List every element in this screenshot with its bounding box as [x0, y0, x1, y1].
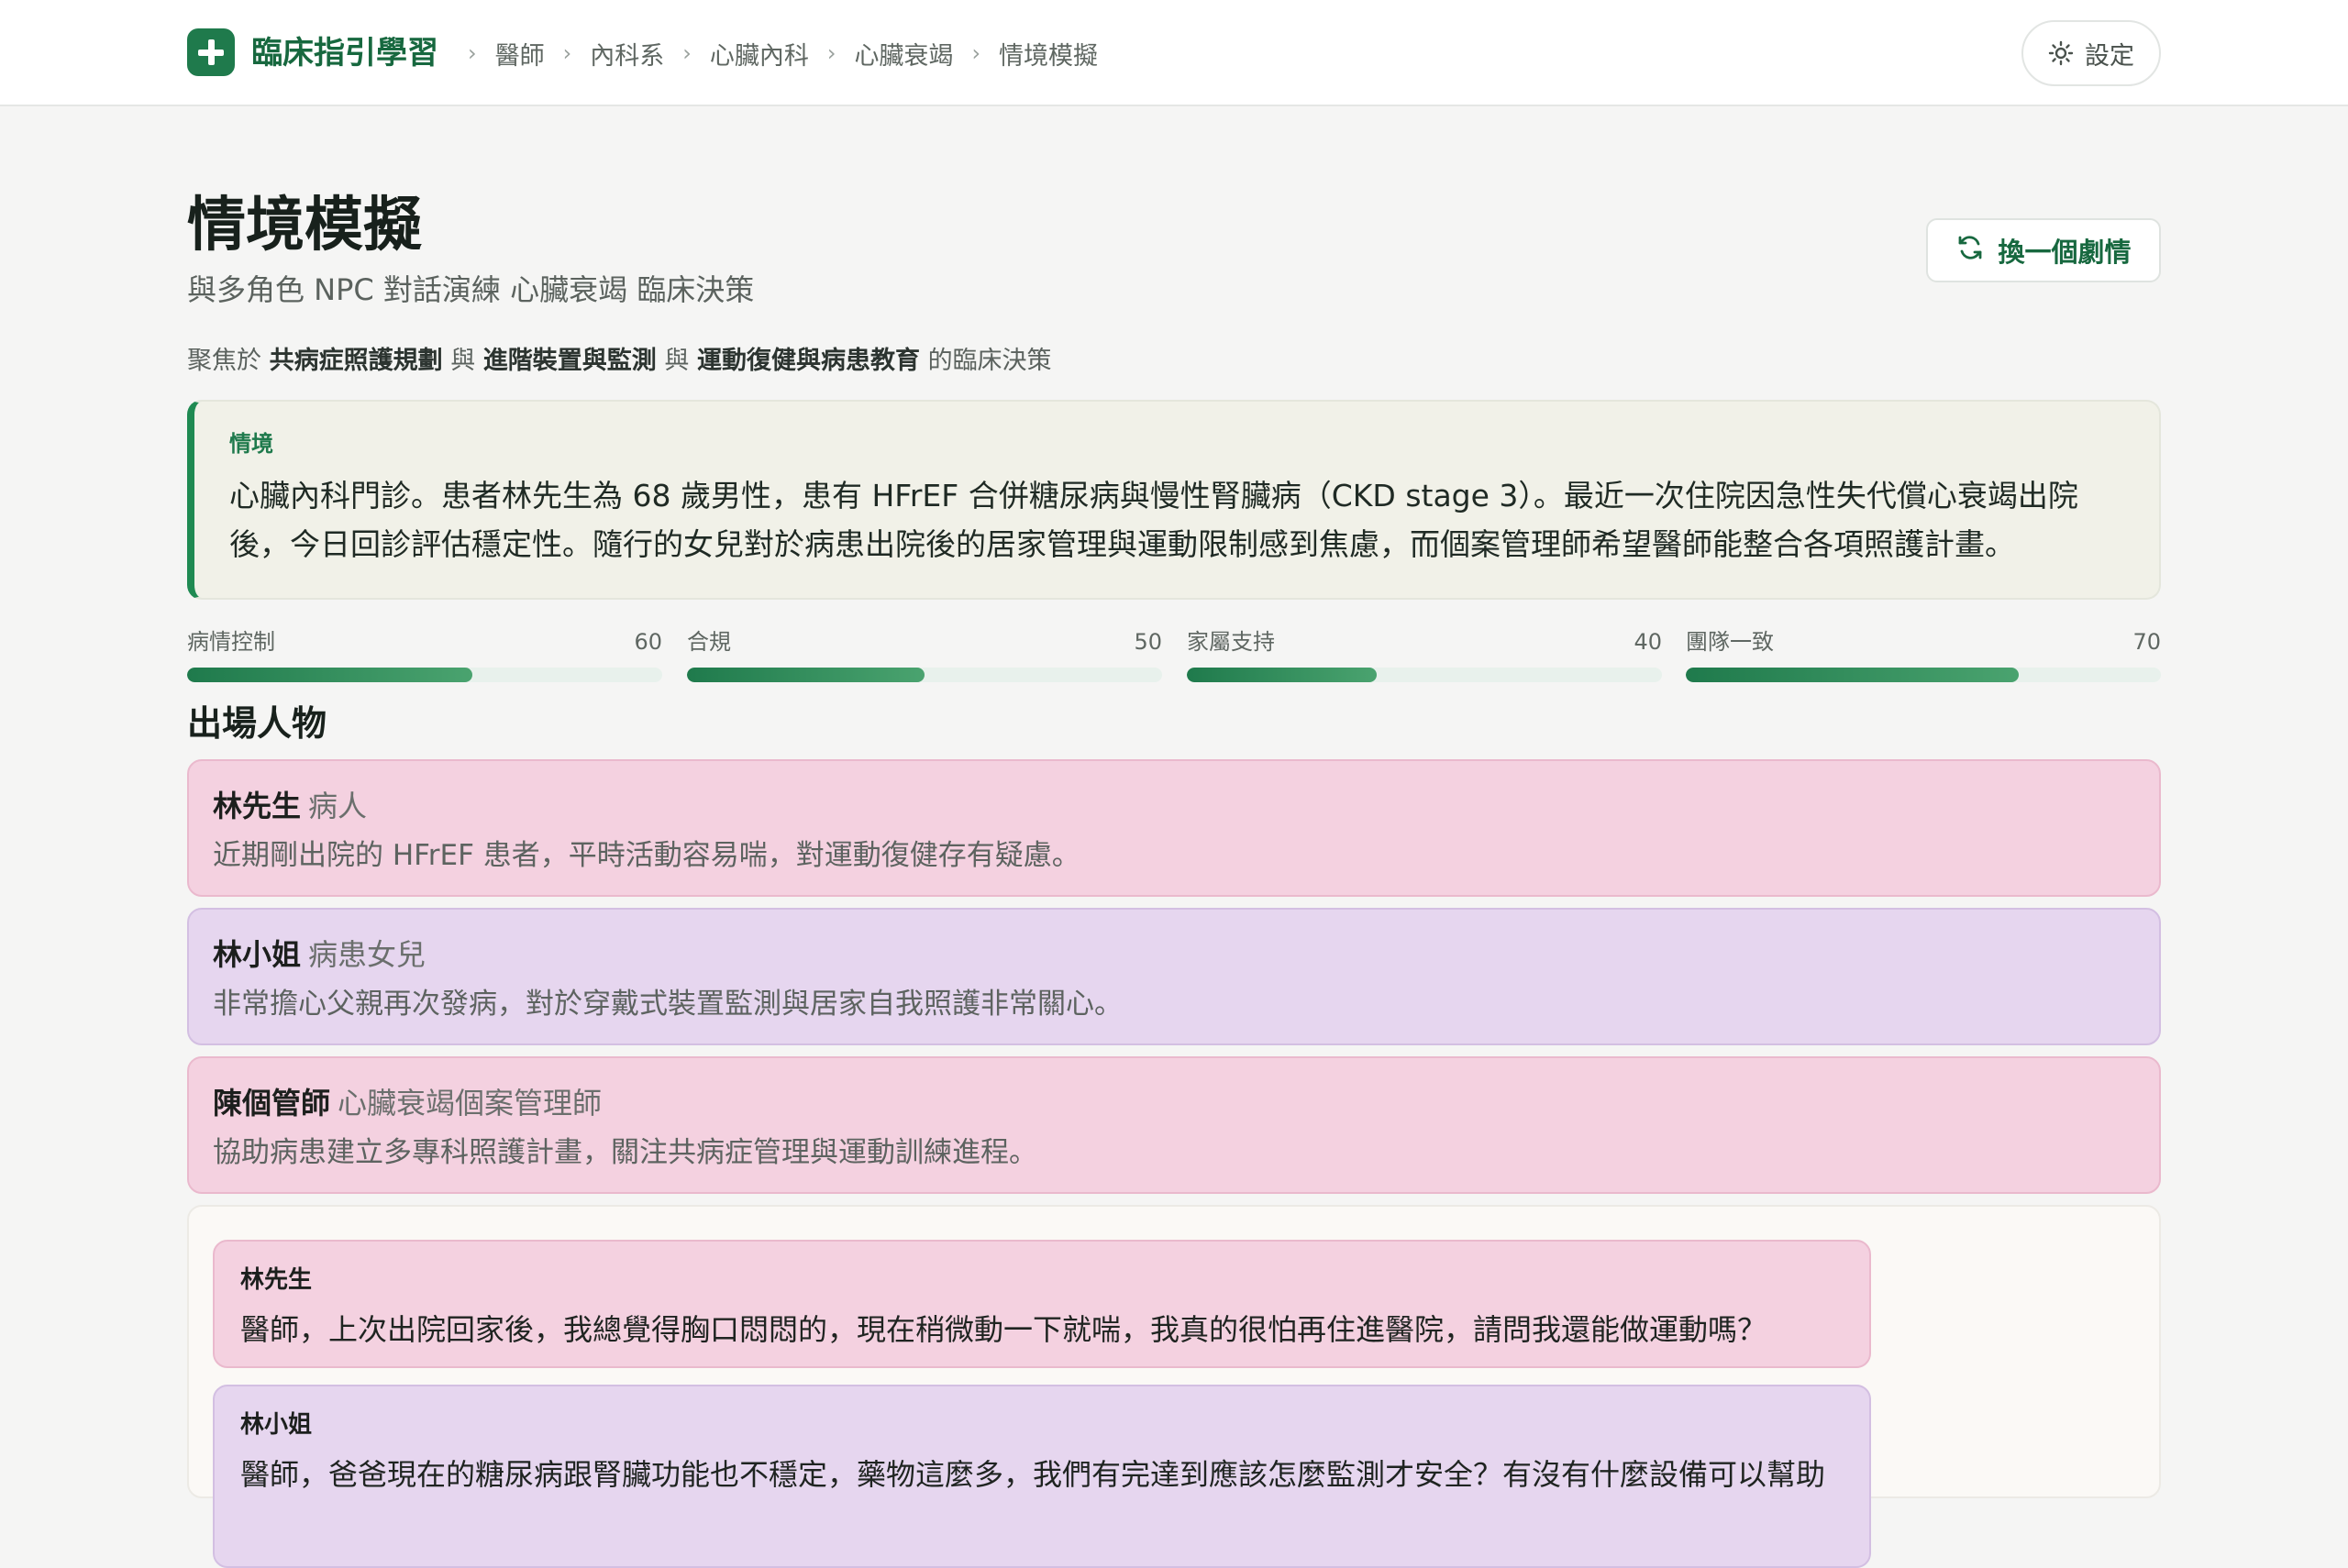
character-name: 陳個管師 — [213, 1086, 331, 1121]
chat-message: 林先生 醫師，上次出院回家後，我總覺得胸口悶悶的，現在稍微動一下就喘，我真的很怕… — [213, 1240, 1871, 1368]
breadcrumb-item-scenario: 情境模擬 — [999, 41, 1099, 71]
breadcrumb-item-doctor[interactable]: 醫師 — [495, 36, 545, 72]
message-speaker: 林小姐 — [240, 1411, 313, 1439]
character-role: 病患女兒 — [308, 937, 426, 972]
meter-fill — [1187, 668, 1378, 682]
meter-value: 40 — [1634, 629, 1662, 655]
scenario-box: 情境 心臟內科門診。患者林先生為 68 歲男性，患有 HFrEF 合併糖尿病與慢… — [187, 400, 2161, 600]
meter-label: 合規 — [687, 629, 731, 655]
meter-disease-control: 病情控制 60 — [187, 625, 662, 682]
focus-joiner: 與 — [450, 347, 476, 375]
meter-track — [1187, 668, 1662, 682]
focus-suffix: 的臨床決策 — [927, 347, 1052, 375]
focus-joiner: 與 — [664, 347, 690, 375]
chevron-right-icon: › — [468, 40, 477, 66]
meter-value: 70 — [2132, 629, 2161, 655]
meter-fill — [1686, 668, 2019, 682]
character-name: 林小姐 — [213, 937, 302, 972]
character-card-case-manager[interactable]: 陳個管師 心臟衰竭個案管理師 協助病患建立多專科照護計畫，關注共病症管理與運動訓練… — [187, 1056, 2161, 1194]
chevron-right-icon: › — [682, 40, 692, 66]
character-card-daughter[interactable]: 林小姐 病患女兒 非常擔心父親再次發病，對於穿戴式裝置監測與居家自我照護非常關心。 — [187, 908, 2161, 1045]
scenario-text: 心臟內科門診。患者林先生為 68 歲男性，患有 HFrEF 合併糖尿病與慢性腎臟… — [229, 478, 2078, 562]
conversation-panel[interactable]: 林先生 醫師，上次出院回家後，我總覺得胸口悶悶的，現在稍微動一下就喘，我真的很怕… — [187, 1205, 2161, 1568]
scenario-label: 情境 — [229, 431, 273, 457]
focus-topics: 聚焦於 共病症照護規劃 與 進階裝置與監測 與 運動復健與病患教育 的臨床決策 — [187, 343, 1052, 380]
message-text: 醫師，爸爸現在的糖尿病跟腎臟功能也不穩定，藥物這麼多，我們有完達到應該怎麼監測才… — [240, 1457, 1826, 1492]
switch-scenario-label: 換一個劇情 — [1998, 237, 2132, 268]
character-description: 非常擔心父親再次發病，對於穿戴式裝置監測與居家自我照護非常關心。 — [213, 988, 1123, 1021]
meter-track — [1686, 668, 2161, 682]
meter-fill — [687, 668, 925, 682]
page-subtitle: 與多角色 NPC 對話演練 心臟衰竭 臨床決策 — [187, 272, 755, 307]
message-speaker: 林先生 — [240, 1266, 313, 1294]
character-role: 病人 — [308, 789, 368, 823]
top-navigation-bar: 臨床指引學習 › 醫師 › 內科系 › 心臟內科 › 心臟衰竭 › 情境模擬 設… — [0, 0, 2348, 106]
meter-value: 60 — [634, 629, 662, 655]
character-role: 心臟衰竭個案管理師 — [338, 1086, 603, 1121]
chevron-right-icon: › — [971, 40, 981, 66]
settings-label: 設定 — [2085, 41, 2134, 71]
brand-title[interactable]: 臨床指引學習 — [251, 33, 438, 73]
meter-label: 病情控制 — [187, 629, 275, 655]
focus-topic-comorbidity: 共病症照護規劃 — [269, 347, 443, 375]
chat-message: 林小姐 醫師，爸爸現在的糖尿病跟腎臟功能也不穩定，藥物這麼多，我們有完達到應該怎… — [213, 1385, 1871, 1568]
meter-label: 團隊一致 — [1686, 629, 1774, 655]
chevron-right-icon: › — [562, 40, 572, 66]
meter-track — [187, 668, 662, 682]
meter-track — [687, 668, 1162, 682]
character-description: 協助病患建立多專科照護計畫，關注共病症管理與運動訓練進程。 — [213, 1136, 1037, 1169]
character-description: 近期剛出院的 HFrEF 患者，平時活動容易喘，對運動復健存有疑慮。 — [213, 839, 1080, 872]
medical-cross-icon[interactable] — [187, 28, 235, 76]
meter-family-support: 家屬支持 40 — [1187, 625, 1662, 682]
meter-compliance: 合規 50 — [687, 625, 1162, 682]
focus-topic-devices: 進階裝置與監測 — [482, 347, 657, 375]
meter-value: 50 — [1134, 629, 1162, 655]
breadcrumb-item-internal-medicine[interactable]: 內科系 — [590, 36, 664, 72]
message-text: 醫師，上次出院回家後，我總覺得胸口悶悶的，現在稍微動一下就喘，我真的很怕再住進醫… — [240, 1312, 1767, 1347]
meter-fill — [187, 668, 472, 682]
switch-scenario-button[interactable]: 換一個劇情 — [1926, 218, 2161, 282]
focus-topic-rehab: 運動復健與病患教育 — [696, 347, 920, 375]
character-card-patient[interactable]: 林先生 病人 近期剛出院的 HFrEF 患者，平時活動容易喘，對運動復健存有疑慮。 — [187, 759, 2161, 897]
focus-prefix: 聚焦於 — [187, 347, 261, 375]
breadcrumb: › 醫師 › 內科系 › 心臟內科 › 心臟衰竭 › 情境模擬 — [449, 35, 1098, 72]
chevron-right-icon: › — [826, 40, 836, 66]
sun-gear-icon — [2048, 40, 2074, 66]
settings-button[interactable]: 設定 — [2021, 20, 2161, 86]
page-title: 情境模擬 — [187, 192, 422, 259]
meter-label: 家屬支持 — [1187, 629, 1275, 655]
refresh-icon — [1955, 233, 1985, 269]
character-name: 林先生 — [213, 789, 302, 823]
meter-team-alignment: 團隊一致 70 — [1686, 625, 2161, 682]
breadcrumb-item-cardiology[interactable]: 心臟內科 — [710, 36, 809, 72]
breadcrumb-item-heart-failure[interactable]: 心臟衰竭 — [854, 36, 953, 72]
characters-heading: 出場人物 — [187, 703, 327, 744]
